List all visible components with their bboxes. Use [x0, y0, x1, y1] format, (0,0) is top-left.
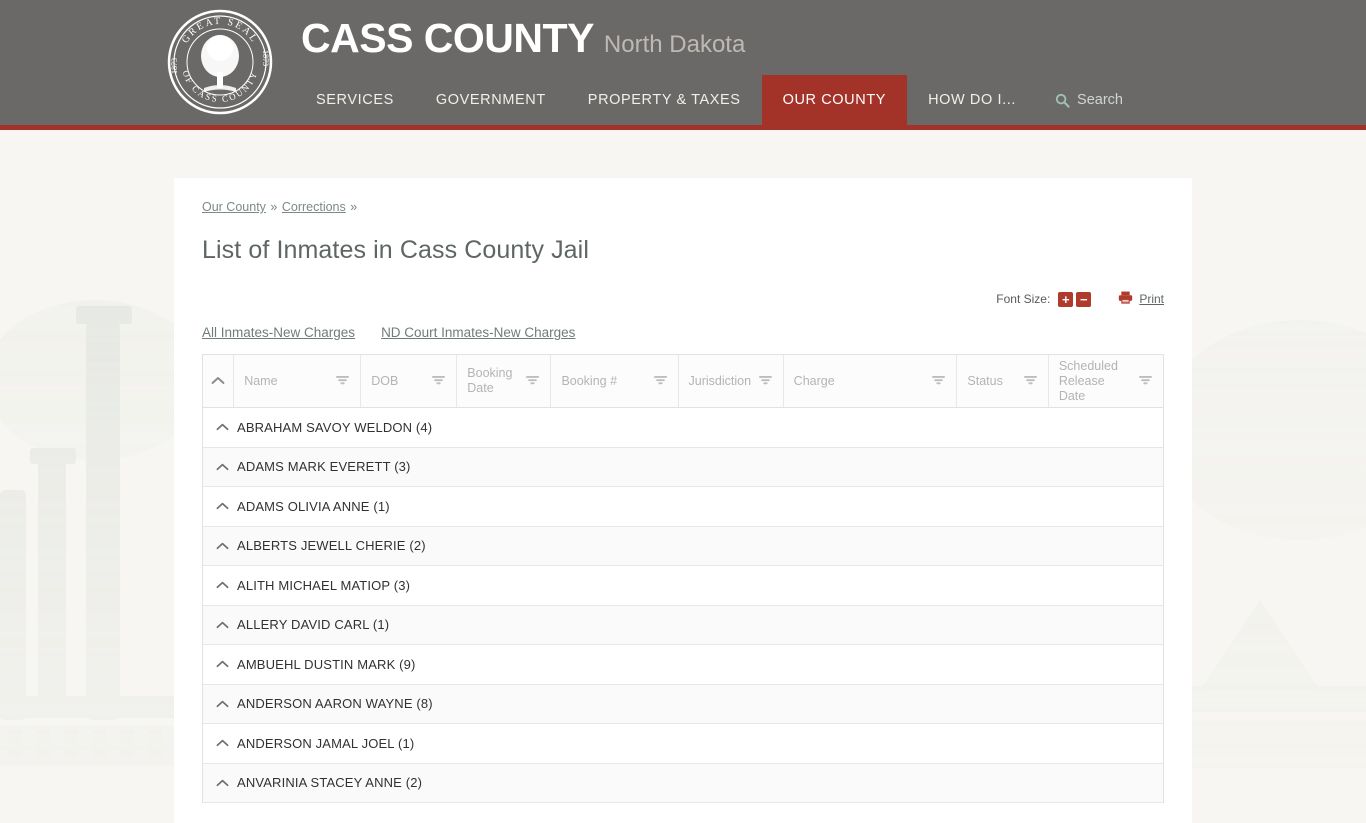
column-header-status[interactable]: Status: [957, 355, 1049, 407]
inmate-name-label: ADAMS OLIVIA ANNE (1): [237, 498, 390, 514]
breadcrumb: Our County » Corrections »: [202, 192, 1164, 214]
nav-label: PROPERTY & TAXES: [587, 92, 741, 108]
breadcrumb-link-corrections[interactable]: Corrections: [282, 200, 346, 214]
nav-item-services[interactable]: SERVICES: [295, 75, 415, 125]
chevron-up-icon[interactable]: [213, 502, 231, 510]
inmate-group-row[interactable]: AMBUEHL DUSTIN MARK (9): [203, 645, 1163, 685]
printer-icon: [1118, 291, 1133, 307]
search-icon: [1055, 93, 1070, 108]
inmate-name-label: ALITH MICHAEL MATIOP (3): [237, 577, 411, 593]
nav-label: GOVERNMENT: [435, 92, 546, 108]
chevron-up-icon: [211, 374, 225, 388]
inmate-group-row[interactable]: ANDERSON AARON WAYNE (8): [203, 684, 1163, 724]
inmate-name-label: ABRAHAM SAVOY WELDON (4): [237, 419, 433, 435]
chevron-up-icon[interactable]: [213, 542, 231, 550]
column-label: Charge: [793, 373, 835, 388]
inmate-name-label: ANDERSON JAMAL JOEL (1): [237, 735, 415, 751]
filter-icon[interactable]: [1023, 374, 1038, 389]
nav-item-how-do-i[interactable]: HOW DO I...: [907, 75, 1037, 125]
county-seal-logo[interactable]: GREAT SEAL OF CASS COUNTY 1873 1873: [166, 8, 274, 116]
print-button[interactable]: Print: [1118, 291, 1164, 307]
filter-icon[interactable]: [758, 374, 773, 389]
column-label: Booking #: [561, 373, 618, 388]
column-header-scheduled-release-date[interactable]: Scheduled Release Date: [1049, 355, 1163, 407]
font-size-label: Font Size:: [996, 292, 1051, 306]
column-label: Jurisdiction: [688, 373, 752, 388]
column-label: Status: [967, 373, 1003, 388]
grid-body: ABRAHAM SAVOY WELDON (4) ADAMS MARK EVERE…: [203, 408, 1163, 803]
svg-text:1873: 1873: [261, 50, 270, 66]
column-header-dob[interactable]: DOB: [361, 355, 458, 407]
brand-title: CASS COUNTY: [301, 15, 594, 61]
filter-icon[interactable]: [931, 374, 946, 389]
site-header: GREAT SEAL OF CASS COUNTY 1873 1873 CASS…: [0, 0, 1366, 125]
column-label: Scheduled Release Date: [1058, 358, 1118, 403]
grid-header-row: Name DOB Booking Date Booking # Jurisdic…: [203, 355, 1163, 408]
filter-icon[interactable]: [431, 374, 446, 389]
brand[interactable]: CASS COUNTY North Dakota: [301, 12, 745, 64]
nav-label: HOW DO I...: [928, 92, 1017, 108]
column-label: Name: [244, 373, 278, 388]
inmate-group-row[interactable]: ALBERTS JEWELL CHERIE (2): [203, 526, 1163, 566]
filter-icon[interactable]: [1138, 374, 1153, 389]
inmate-group-row[interactable]: ABRAHAM SAVOY WELDON (4): [203, 408, 1163, 448]
column-header-name[interactable]: Name: [234, 355, 362, 407]
chevron-up-icon[interactable]: [213, 700, 231, 708]
inmate-group-row[interactable]: ANVARINIA STACEY ANNE (2): [203, 763, 1163, 803]
search-button[interactable]: Search: [1037, 75, 1133, 125]
breadcrumb-separator: »: [270, 200, 278, 214]
font-size-increase-button[interactable]: +: [1058, 291, 1074, 307]
column-label: Booking Date: [467, 366, 513, 395]
chevron-up-icon[interactable]: [213, 660, 231, 668]
tab-nd-court-inmates-new-charges[interactable]: ND Court Inmates-New Charges: [381, 325, 575, 340]
chevron-up-icon[interactable]: [213, 779, 231, 787]
chevron-up-icon[interactable]: [213, 739, 231, 747]
breadcrumb-separator: »: [350, 200, 358, 214]
chevron-up-icon[interactable]: [213, 621, 231, 629]
column-header-booking-date[interactable]: Booking Date: [457, 355, 552, 407]
inmate-group-row[interactable]: ADAMS OLIVIA ANNE (1): [203, 487, 1163, 527]
content-card: Our County » Corrections » List of Inmat…: [174, 178, 1192, 823]
inmates-grid: Name DOB Booking Date Booking # Jurisdic…: [202, 354, 1164, 803]
chevron-up-icon[interactable]: [213, 423, 231, 431]
inmate-name-label: ALBERTS JEWELL CHERIE (2): [237, 538, 426, 554]
nav-label: OUR COUNTY: [782, 92, 887, 108]
main-navigation: SERVICES GOVERNMENT PROPERTY & TAXES OUR…: [295, 75, 1133, 125]
chevron-up-icon[interactable]: [213, 463, 231, 471]
header-accent-rule: [0, 125, 1366, 130]
inmate-name-label: AMBUEHL DUSTIN MARK (9): [237, 656, 416, 672]
filter-icon[interactable]: [525, 374, 540, 389]
column-header-collapse-all[interactable]: [203, 355, 235, 407]
svg-text:1873: 1873: [170, 58, 179, 74]
column-header-charge[interactable]: Charge: [784, 355, 958, 407]
inmate-group-row[interactable]: ALITH MICHAEL MATIOP (3): [203, 566, 1163, 606]
nav-label: SERVICES: [316, 92, 394, 108]
nav-item-property-taxes[interactable]: PROPERTY & TAXES: [567, 75, 762, 125]
inmate-list-tabs: All Inmates-New Charges ND Court Inmates…: [202, 325, 1164, 340]
column-label: DOB: [371, 373, 399, 388]
inmate-group-row[interactable]: ALLERY DAVID CARL (1): [203, 605, 1163, 645]
inmate-name-label: ALLERY DAVID CARL (1): [237, 617, 390, 633]
brand-subtitle: North Dakota: [603, 31, 746, 58]
print-label: Print: [1139, 292, 1164, 306]
inmate-name-label: ANVARINIA STACEY ANNE (2): [237, 775, 423, 791]
nav-item-our-county[interactable]: OUR COUNTY: [761, 75, 908, 125]
font-size-decrease-button[interactable]: −: [1076, 291, 1092, 307]
breadcrumb-link-our-county[interactable]: Our County: [202, 200, 266, 214]
page-title: List of Inmates in Cass County Jail: [202, 236, 589, 264]
filter-icon[interactable]: [653, 374, 668, 389]
inmate-name-label: ADAMS MARK EVERETT (3): [237, 459, 411, 475]
filter-icon[interactable]: [335, 374, 350, 389]
search-label: Search: [1077, 92, 1123, 108]
chevron-up-icon[interactable]: [213, 581, 231, 589]
nav-item-government[interactable]: GOVERNMENT: [415, 75, 567, 125]
column-header-jurisdiction[interactable]: Jurisdiction: [679, 355, 784, 407]
inmate-group-row[interactable]: ANDERSON JAMAL JOEL (1): [203, 724, 1163, 764]
page-tools: Font Size: + − Print: [202, 291, 1164, 307]
column-header-booking-number[interactable]: Booking #: [551, 355, 679, 407]
inmate-group-row[interactable]: ADAMS MARK EVERETT (3): [203, 447, 1163, 487]
inmate-name-label: ANDERSON AARON WAYNE (8): [237, 696, 433, 712]
tab-all-inmates-new-charges[interactable]: All Inmates-New Charges: [202, 325, 355, 340]
